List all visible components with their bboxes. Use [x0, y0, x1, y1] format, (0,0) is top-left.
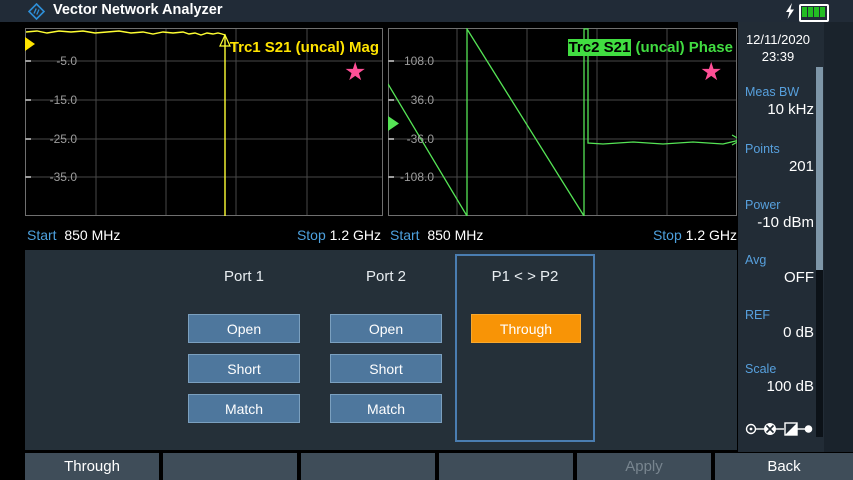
charging-bolt-icon — [785, 3, 795, 19]
trc1-ytick: -5.0 — [25, 54, 77, 68]
trc1-ytick: -25.0 — [25, 132, 77, 146]
param-value: 0 dB — [783, 324, 814, 341]
param-label: Scale — [745, 362, 776, 376]
trc2-plot-area — [388, 28, 737, 216]
param-value: 201 — [789, 158, 814, 175]
trc2-ytick: -36.0 — [388, 132, 434, 146]
softkey-empty-1[interactable] — [163, 453, 297, 480]
port1-match-button[interactable]: Match — [188, 394, 300, 423]
trc1-freq-row: Start 850 MHz Stop 1.2 GHz — [27, 227, 381, 247]
trc1-start-value: 850 MHz — [64, 227, 120, 243]
trc2-marker-star-icon: ★ — [700, 60, 722, 85]
trc2-title: Trc2 S21 (uncal) Phase — [568, 39, 733, 56]
p1p2-selection-box — [455, 254, 595, 442]
port2-open-button[interactable]: Open — [330, 314, 442, 343]
two-port-measurement-diagram-icon — [745, 420, 815, 438]
trc2-ytick: -108.0 — [388, 170, 434, 184]
trc1-stop-value: 1.2 GHz — [330, 227, 381, 243]
battery-icon — [799, 4, 829, 22]
trc1-start-label: Start — [27, 227, 57, 243]
time-value: 23:39 — [738, 48, 818, 65]
trc1-ytick: -35.0 — [25, 170, 77, 184]
vna-screen: Vector Network Analyzer -5.0 — [0, 0, 853, 480]
param-label: REF — [745, 308, 770, 322]
softkey-back[interactable]: Back — [715, 453, 853, 480]
param-label: Power — [745, 198, 780, 212]
param-value: 10 kHz — [767, 101, 814, 118]
trc1-ytick: -15.0 — [25, 93, 77, 107]
chart-trc2-phase: 108.0 36.0 -36.0 -108.0 Trc2 S21 (uncal)… — [388, 28, 737, 216]
port2-match-button[interactable]: Match — [330, 394, 442, 423]
softkey-apply: Apply — [577, 453, 711, 480]
trc2-stop-value: 1.2 GHz — [686, 227, 737, 243]
trc1-plot-area — [25, 28, 383, 216]
port1-short-button[interactable]: Short — [188, 354, 300, 383]
param-value: 100 dB — [766, 378, 814, 395]
port2-header: Port 2 — [330, 268, 442, 286]
trc2-ytick: 36.0 — [388, 93, 434, 107]
trc2-freq-row: Start 850 MHz Stop 1.2 GHz — [390, 227, 737, 247]
parameter-sidebar: 12/11/2020 23:39 Meas BW 10 kHz Points 2… — [738, 22, 853, 452]
param-label: Points — [745, 142, 780, 156]
trc2-title-rest: (uncal) Phase — [631, 39, 733, 56]
trc1-stop-label: Stop — [297, 227, 326, 243]
port1-open-button[interactable]: Open — [188, 314, 300, 343]
datetime-display: 12/11/2020 23:39 — [738, 31, 818, 65]
rohde-schwarz-logo-icon — [28, 3, 45, 20]
trc2-stop-label: Stop — [653, 227, 682, 243]
sidebar-right-strip — [824, 22, 853, 452]
date-value: 12/11/2020 — [738, 31, 818, 48]
trc1-title: Trc1 S21 (uncal) Mag — [230, 39, 379, 56]
chart-trc1-magnitude: -5.0 -15.0 -25.0 -35.0 Trc1 S21 (uncal) … — [25, 28, 383, 216]
trc2-start-value: 850 MHz — [427, 227, 483, 243]
port2-short-button[interactable]: Short — [330, 354, 442, 383]
param-label: Meas BW — [745, 85, 799, 99]
calibration-dialog: Port 1 Port 2 P1 < > P2 Open Short Match… — [25, 250, 737, 450]
softkey-empty-2[interactable] — [301, 453, 435, 480]
softkey-empty-3[interactable] — [439, 453, 573, 480]
trc1-marker-star-icon: ★ — [344, 60, 366, 85]
trc2-title-highlight: Trc2 S21 — [568, 39, 632, 56]
port1-header: Port 1 — [188, 268, 300, 286]
trc2-ytick: 108.0 — [388, 54, 434, 68]
through-button-selected[interactable]: Through — [471, 314, 581, 343]
app-title: Vector Network Analyzer — [53, 2, 223, 18]
trc2-start-label: Start — [390, 227, 420, 243]
param-label: Avg — [745, 253, 766, 267]
param-value: -10 dBm — [757, 214, 814, 231]
softkey-through[interactable]: Through — [25, 453, 159, 480]
sidebar-scrollbar-thumb[interactable] — [816, 67, 823, 270]
title-bar: Vector Network Analyzer — [0, 0, 853, 22]
param-value: OFF — [784, 269, 814, 286]
